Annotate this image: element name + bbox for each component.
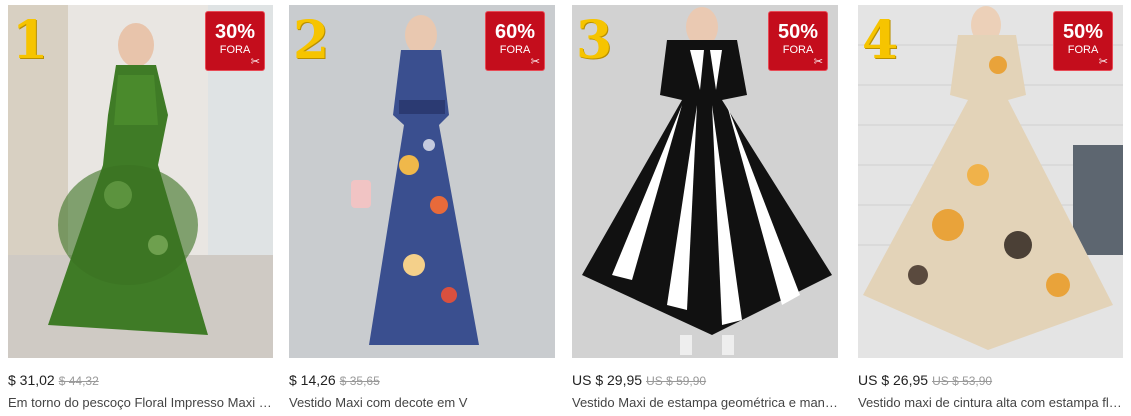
current-price: US $ 26,95 [858,372,929,388]
product-card[interactable]: 2 60% FORA ✂ $ 14,26 $ 35,65 Vestido Maxi… [289,5,555,410]
current-price: $ 14,26 [289,372,336,388]
discount-label: FORA [219,44,251,56]
current-price: $ 31,02 [8,372,55,388]
product-title[interactable]: Em torno do pescoço Floral Impresso Maxi… [8,395,273,410]
discount-percent: 50% [777,21,819,43]
discount-badge: 50% FORA ✂ [768,11,828,71]
current-price: US $ 29,95 [572,372,643,388]
discount-percent: 30% [214,21,256,43]
discount-badge: 30% FORA ✂ [205,11,265,71]
product-image[interactable]: 3 50% FORA ✂ [572,5,838,358]
discount-percent: 50% [1062,21,1104,43]
product-image[interactable]: 2 60% FORA ✂ [289,5,555,358]
original-price: US $ 53,90 [932,374,993,388]
price-row: US $ 29,95 US $ 59,90 [572,372,838,389]
rank-number: 3 [576,10,613,71]
product-title[interactable]: Vestido Maxi com decote em V [289,395,555,410]
discount-percent: 60% [494,21,536,43]
scissors-icon: ✂ [530,56,540,68]
scissors-icon: ✂ [250,56,260,68]
discount-label: FORA [1067,44,1099,56]
discount-badge: 60% FORA ✂ [485,11,545,71]
price-row: $ 14,26 $ 35,65 [289,372,555,389]
scissors-icon: ✂ [813,56,823,68]
product-image[interactable]: 4 50% FORA ✂ [858,5,1123,358]
product-card[interactable]: 3 50% FORA ✂ US $ 29,95 US $ 59,90 Vestid… [572,5,838,410]
product-image[interactable]: 1 30% FORA ✂ [8,5,273,358]
product-card[interactable]: 4 50% FORA ✂ US $ 26,95 US $ 53,90 Vestid… [858,5,1123,410]
original-price: $ 44,32 [58,374,99,388]
rank-number: 2 [293,10,330,71]
product-title[interactable]: Vestido Maxi de estampa geométrica e man… [572,395,838,410]
original-price: $ 35,65 [339,374,380,388]
original-price: US $ 59,90 [646,374,707,388]
discount-label: FORA [782,44,814,56]
product-title[interactable]: Vestido maxi de cintura alta com estampa… [858,395,1123,410]
discount-label: FORA [499,44,531,56]
discount-badge: 50% FORA ✂ [1053,11,1113,71]
price-row: $ 31,02 $ 44,32 [8,372,273,389]
scissors-icon: ✂ [1098,56,1108,68]
price-row: US $ 26,95 US $ 53,90 [858,372,1123,389]
rank-number: 1 [12,10,49,71]
product-card[interactable]: 1 30% FORA ✂ $ 31,02 $ 44,32 Em torno do … [8,5,273,410]
rank-number: 4 [862,10,899,71]
